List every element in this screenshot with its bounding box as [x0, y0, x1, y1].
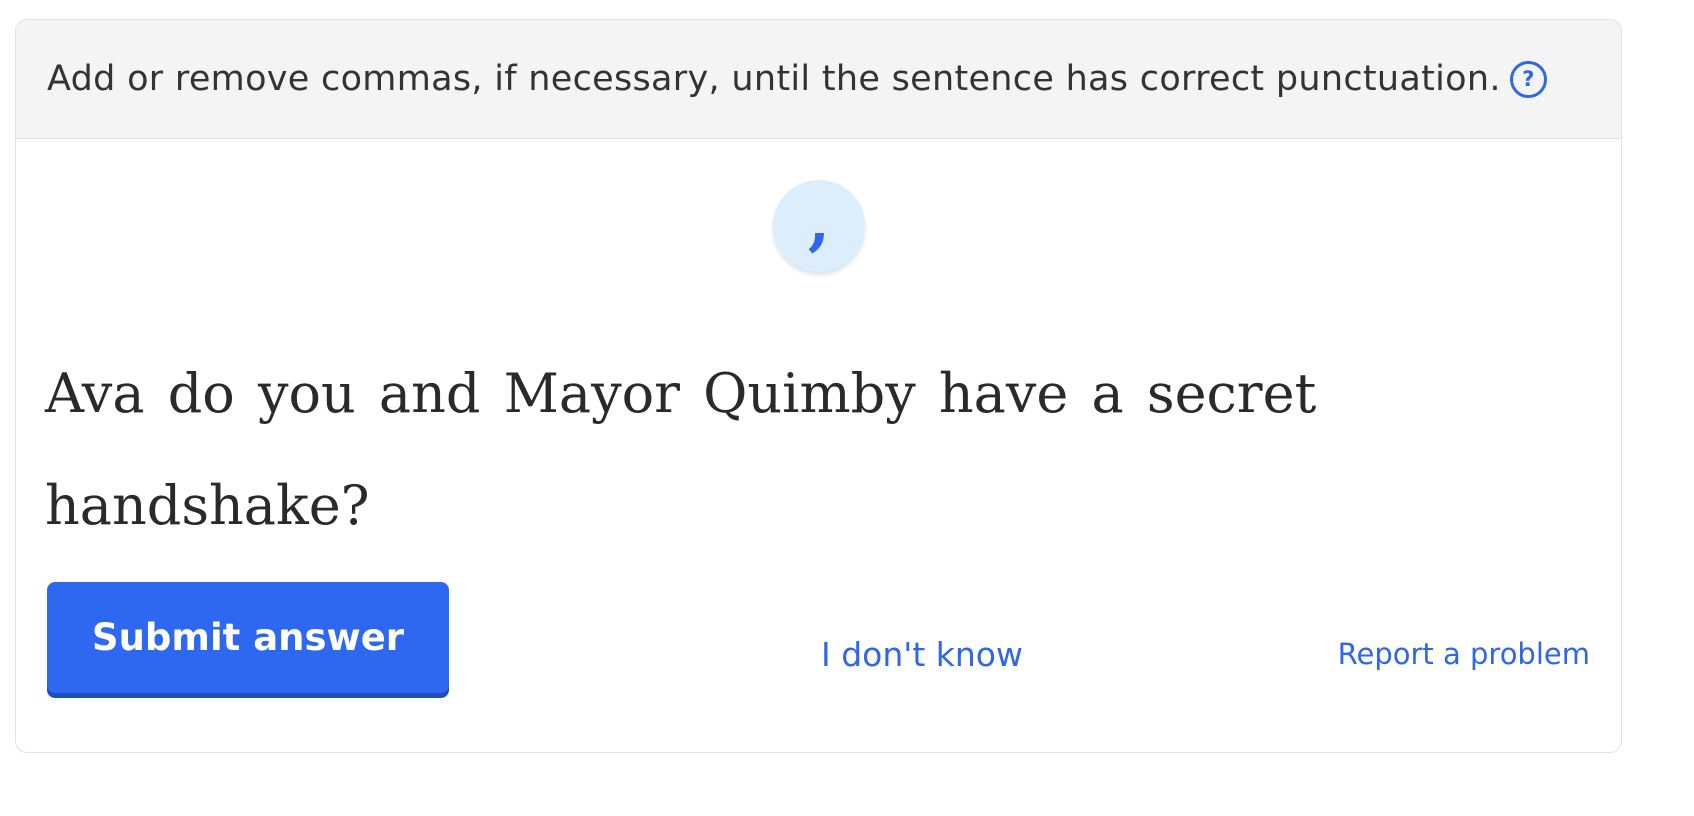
- sentence-word[interactable]: a: [1092, 362, 1124, 425]
- sentence-word[interactable]: have: [939, 362, 1068, 425]
- sentence-word[interactable]: secret: [1147, 362, 1316, 425]
- submit-answer-button[interactable]: Submit answer: [47, 582, 449, 693]
- instruction-bar: Add or remove commas, if necessary, unti…: [16, 20, 1621, 139]
- sentence-word[interactable]: Quimby: [703, 362, 916, 425]
- sentence-word[interactable]: handshake?: [45, 474, 370, 537]
- question-card: Add or remove commas, if necessary, unti…: [15, 19, 1622, 753]
- sentence: Ava do you and Mayor Quimby have a secre…: [45, 338, 1375, 562]
- dont-know-link[interactable]: I don't know: [821, 635, 1023, 674]
- sentence-word[interactable]: and: [379, 362, 481, 425]
- report-problem-link[interactable]: Report a problem: [1338, 637, 1590, 671]
- sentence-word[interactable]: do: [168, 362, 235, 425]
- sentence-word[interactable]: Ava: [45, 362, 145, 425]
- question-mark-circle-icon[interactable]: ?: [1509, 60, 1547, 98]
- comma-tile[interactable]: ,: [773, 180, 865, 272]
- sentence-word[interactable]: Mayor: [504, 362, 680, 425]
- comma-icon: ,: [807, 184, 831, 259]
- sentence-word[interactable]: you: [258, 362, 356, 425]
- instruction-text: Add or remove commas, if necessary, unti…: [47, 59, 1501, 99]
